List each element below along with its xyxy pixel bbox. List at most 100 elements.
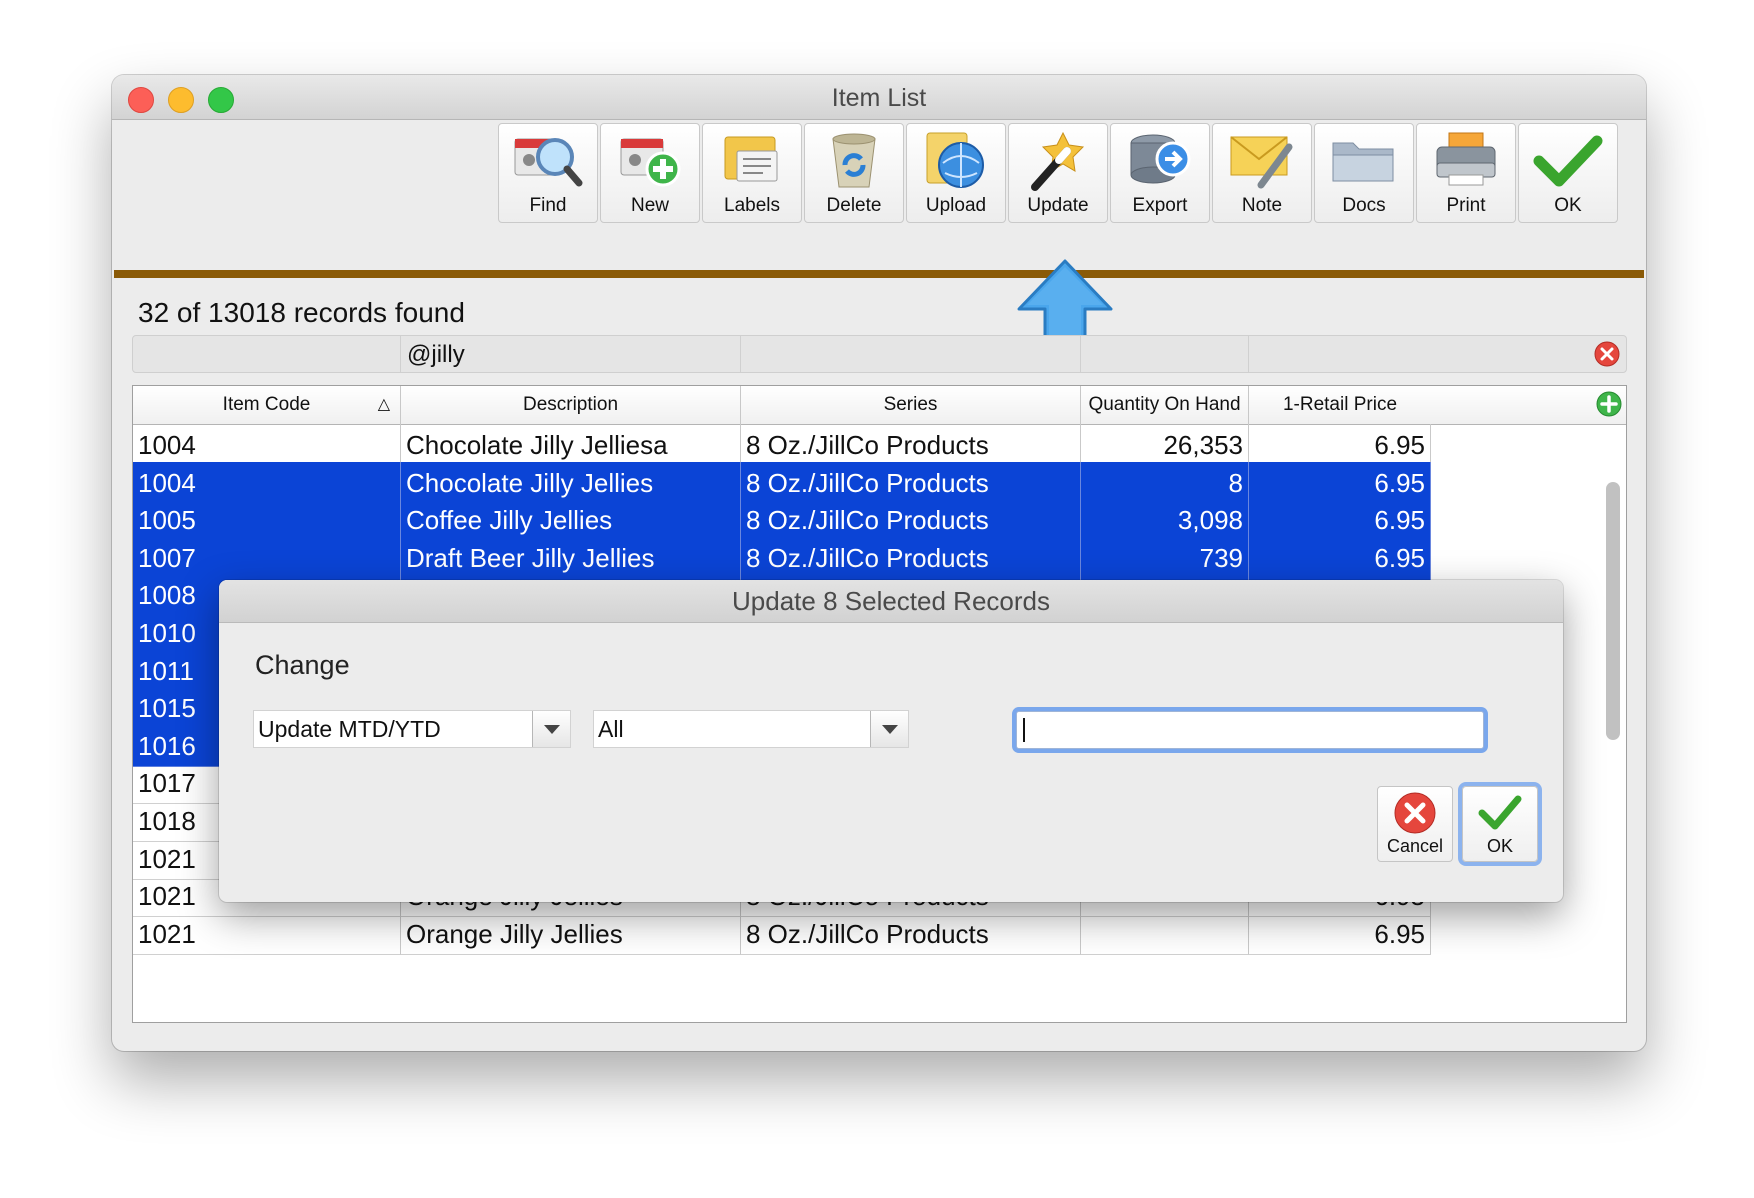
delete-label: Delete xyxy=(826,195,882,216)
table-row[interactable]: 1004 Chocolate Jilly Jelliesa 8 Oz./JillCo… xyxy=(133,424,1593,466)
column-header-quantity[interactable]: Quantity On Hand xyxy=(1081,386,1249,424)
cell-series: 8 Oz./JillCo Products xyxy=(741,461,1081,504)
cell-code: 1004 xyxy=(133,461,401,504)
cell-code: 1007 xyxy=(133,536,401,579)
ok-button[interactable]: OK xyxy=(1518,123,1618,223)
add-column-icon[interactable] xyxy=(1596,391,1622,417)
upload-icon xyxy=(926,132,984,188)
scope-select-value: All xyxy=(598,716,624,742)
table-row[interactable]: 1005 Coffee Jilly Jellies 8 Oz./JillCo Pro… xyxy=(133,499,1593,542)
chevron-down-icon[interactable] xyxy=(870,711,908,747)
cell-series: 8 Oz./JillCo Products xyxy=(741,912,1081,955)
cell-desc: Orange Jilly Jellies xyxy=(401,912,741,955)
vertical-scrollbar[interactable] xyxy=(1606,482,1620,740)
column-header-series[interactable]: Series xyxy=(741,386,1081,424)
cancel-icon xyxy=(1394,792,1436,834)
docs-label: Docs xyxy=(1342,195,1386,216)
records-found-label: 32 of 13018 records found xyxy=(138,297,465,328)
new-icon xyxy=(620,138,681,187)
find-icon xyxy=(514,138,583,187)
cell-desc: Coffee Jilly Jellies xyxy=(401,499,741,542)
new-label: New xyxy=(630,195,669,216)
upload-button[interactable]: Upload xyxy=(906,123,1006,223)
labels-label: Labels xyxy=(724,195,780,216)
print-label: Print xyxy=(1446,195,1486,216)
find-button[interactable]: Find xyxy=(498,123,598,223)
cell-price: 6.95 xyxy=(1249,461,1431,504)
update-records-dialog: Update 8 Selected Records Change Update … xyxy=(219,580,1563,902)
upload-label: Upload xyxy=(925,195,987,216)
cell-series: 8 Oz./JillCo Products xyxy=(741,536,1081,579)
update-wand-icon xyxy=(1031,131,1085,191)
export-button[interactable]: Export xyxy=(1110,123,1210,223)
dialog-ok-button[interactable]: OK xyxy=(1462,786,1538,862)
dialog-title: Update 8 Selected Records xyxy=(219,580,1563,623)
delete-icon xyxy=(832,133,876,188)
cell-code: 1005 xyxy=(133,499,401,542)
update-field-select-value: Update MTD/YTD xyxy=(258,716,441,742)
cell-qty: 3,098 xyxy=(1081,499,1249,542)
window-title: Item List xyxy=(831,84,927,112)
update-field-select[interactable]: Update MTD/YTD xyxy=(253,710,571,748)
filter-series[interactable] xyxy=(741,336,1081,372)
cell-price: 6.95 xyxy=(1249,424,1431,466)
toolbar: Find New Labels Delete Upload Update Exp… xyxy=(112,120,1646,371)
new-button[interactable]: New xyxy=(600,123,700,223)
print-icon xyxy=(1436,132,1496,186)
column-header-retail-price[interactable]: 1-Retail Price xyxy=(1249,386,1431,424)
item-list-window: Item List Find New Labels Delete Upload … xyxy=(112,75,1646,1051)
column-header-description[interactable]: Description xyxy=(401,386,741,424)
delete-button[interactable]: Delete xyxy=(804,123,904,223)
table-header: Item Code △ Description Series Quantity … xyxy=(133,386,1626,425)
chevron-down-icon[interactable] xyxy=(532,711,570,747)
cell-qty xyxy=(1081,912,1249,955)
table-row[interactable]: 1021Orange Jilly Jellies8 Oz./JillCo Pro… xyxy=(133,912,1593,955)
labels-icon xyxy=(724,136,778,182)
clear-filter-icon[interactable] xyxy=(1594,341,1620,367)
cell-desc: Draft Beer Jilly Jellies xyxy=(401,536,741,579)
cell-code: 1004 xyxy=(133,424,401,466)
cell-price: 6.95 xyxy=(1249,912,1431,955)
export-label: Export xyxy=(1132,195,1188,216)
column-header-item-code[interactable]: Item Code △ xyxy=(133,386,401,424)
cell-series: 8 Oz./JillCo Products xyxy=(741,424,1081,466)
cell-qty: 26,353 xyxy=(1081,424,1249,466)
filter-quantity[interactable] xyxy=(1081,336,1249,372)
cancel-label: Cancel xyxy=(1386,836,1444,856)
export-icon xyxy=(1130,134,1191,184)
cell-price: 6.95 xyxy=(1249,536,1431,579)
checkmark-icon xyxy=(1533,135,1603,187)
cancel-button[interactable]: Cancel xyxy=(1377,786,1453,862)
cell-code: 1021 xyxy=(133,912,401,955)
column-filter-bar: @jilly xyxy=(132,335,1627,373)
note-icon xyxy=(1230,136,1293,189)
cell-desc: Chocolate Jilly Jellies xyxy=(401,461,741,504)
toolbar-divider xyxy=(114,270,1644,278)
scope-select[interactable]: All xyxy=(593,710,909,748)
sort-ascending-icon: △ xyxy=(377,396,390,413)
cell-series: 8 Oz./JillCo Products xyxy=(741,499,1081,542)
docs-folder-icon xyxy=(1332,142,1394,182)
note-button[interactable]: Note xyxy=(1212,123,1312,223)
filter-item-code[interactable] xyxy=(133,336,401,372)
table-row[interactable]: 1004 Chocolate Jilly Jellies 8 Oz./JillCo … xyxy=(133,461,1593,504)
update-value-input[interactable] xyxy=(1016,711,1484,749)
dialog-ok-label: OK xyxy=(1486,836,1513,856)
title-bar: Item List xyxy=(112,75,1646,120)
find-label: Find xyxy=(529,195,567,216)
cell-desc: Chocolate Jilly Jelliesa xyxy=(401,424,741,466)
ok-label: OK xyxy=(1554,195,1582,216)
filter-description[interactable]: @jilly xyxy=(401,336,741,372)
text-caret xyxy=(1023,718,1025,742)
table-row[interactable]: 1007 Draft Beer Jilly Jellies 8 Oz./JillCo… xyxy=(133,536,1593,579)
cell-qty: 739 xyxy=(1081,536,1249,579)
cell-qty: 8 xyxy=(1081,461,1249,504)
filter-description-value: @jilly xyxy=(407,341,465,368)
labels-button[interactable]: Labels xyxy=(702,123,802,223)
note-label: Note xyxy=(1241,195,1283,216)
column-header-item-code-label: Item Code xyxy=(222,394,311,415)
update-button[interactable]: Update xyxy=(1008,123,1108,223)
print-button[interactable]: Print xyxy=(1416,123,1516,223)
docs-button[interactable]: Docs xyxy=(1314,123,1414,223)
checkmark-icon xyxy=(1478,795,1522,830)
